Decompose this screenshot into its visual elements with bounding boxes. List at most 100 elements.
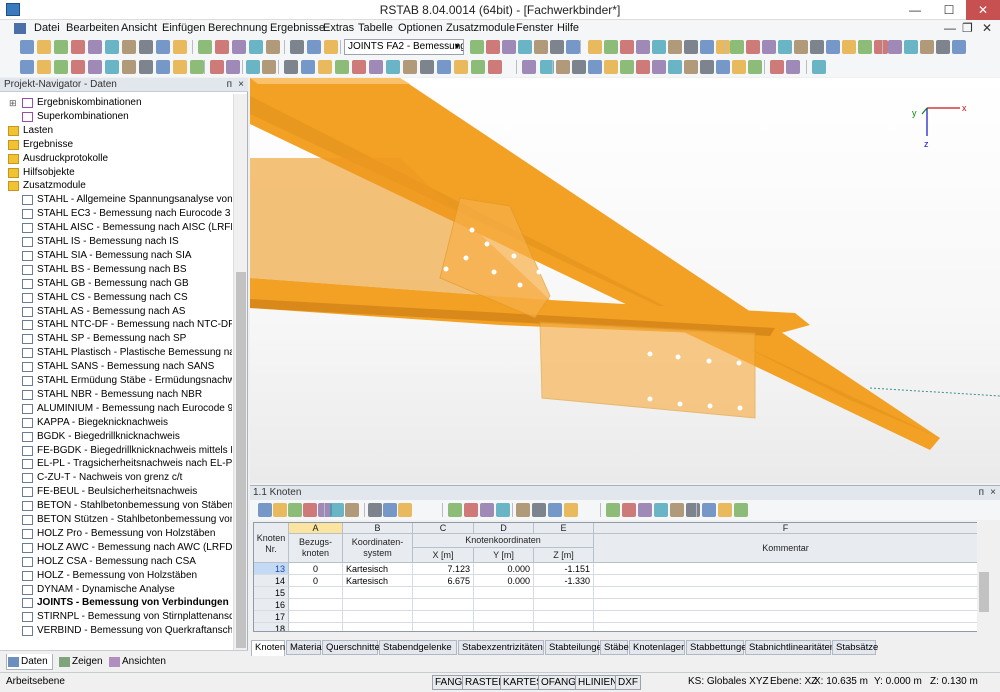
toolbar-button-icon[interactable]	[888, 40, 902, 54]
close-button[interactable]: ✕	[966, 0, 1000, 20]
maximize-button[interactable]: ☐	[932, 0, 966, 20]
toolbar-button-icon[interactable]	[139, 40, 153, 54]
tree-item[interactable]: VERBIND - Bemessung von Querkraftanschlü…	[0, 624, 232, 638]
tree-item[interactable]: BETON Stützen - Stahlbetonbemessung von …	[0, 513, 232, 527]
tree-item[interactable]: Superkombinationen	[0, 110, 232, 124]
tree-item[interactable]: Hilfsobjekte	[0, 166, 232, 180]
scrollbar-thumb[interactable]	[979, 572, 989, 612]
toolbar-button-icon[interactable]	[548, 503, 562, 517]
toolbar-button-icon[interactable]	[284, 60, 298, 74]
toolbar-button-icon[interactable]	[318, 60, 332, 74]
tree-item[interactable]: STAHL NBR - Bemessung nach NBR	[0, 388, 232, 402]
cell-y[interactable]	[474, 611, 534, 623]
table-scrollbar[interactable]	[977, 522, 991, 632]
toolbar-button-icon[interactable]	[810, 40, 824, 54]
toolbar-button-icon[interactable]	[470, 40, 484, 54]
toolbar-button-icon[interactable]	[488, 60, 502, 74]
toolbar-button-icon[interactable]	[386, 60, 400, 74]
tree-item[interactable]: Ausdruckprotokolle	[0, 152, 232, 166]
toolbar-button-icon[interactable]	[718, 503, 732, 517]
cell-z[interactable]: -1.151	[534, 563, 594, 575]
toolbar-button-icon[interactable]	[786, 60, 800, 74]
toggle-hlinien[interactable]: HLINIEN	[575, 675, 621, 690]
toolbar-button-icon[interactable]	[420, 60, 434, 74]
cell-kommentar[interactable]	[594, 575, 978, 587]
toolbar-button-icon[interactable]	[303, 503, 317, 517]
cell-z[interactable]	[534, 623, 594, 631]
toolbar-button-icon[interactable]	[636, 60, 650, 74]
tree-item[interactable]: ALUMINIUM - Bemessung nach Eurocode 9	[0, 402, 232, 416]
pin-icon[interactable]: ᴨ	[227, 78, 232, 92]
tree-item[interactable]: HOLZ AWC - Bemessung nach AWC (LRFD oder…	[0, 541, 232, 555]
table-tab[interactable]: Stabsätze	[832, 640, 878, 655]
menu-tabelle[interactable]: Tabelle	[358, 22, 393, 34]
toolbar-button-icon[interactable]	[794, 40, 808, 54]
menu-optionen[interactable]: Optionen	[398, 22, 443, 34]
tree-item[interactable]: STAHL SANS - Bemessung nach SANS	[0, 360, 232, 374]
menu-zusatzmodule[interactable]: Zusatzmodule	[446, 22, 515, 34]
toolbar-button-icon[interactable]	[37, 40, 51, 54]
toolbar-button-icon[interactable]	[842, 40, 856, 54]
toolbar-button-icon[interactable]	[534, 40, 548, 54]
cell-x[interactable]: 7.123	[413, 563, 474, 575]
toolbar-button-icon[interactable]	[190, 60, 204, 74]
toolbar-button-icon[interactable]	[345, 503, 359, 517]
navigator-scrollbar[interactable]	[233, 94, 247, 650]
toolbar-button-icon[interactable]	[606, 503, 620, 517]
menu-berechnung[interactable]: Berechnung	[208, 22, 267, 34]
toolbar-button-icon[interactable]	[464, 503, 478, 517]
toolbar-button-icon[interactable]	[920, 40, 934, 54]
toolbar-button-icon[interactable]	[71, 40, 85, 54]
table-tab[interactable]: Stabnichtlinearitäten	[745, 640, 835, 655]
tree-item[interactable]: STAHL SIA - Bemessung nach SIA	[0, 249, 232, 263]
toolbar-button-icon[interactable]	[266, 40, 280, 54]
toolbar-button-icon[interactable]	[532, 503, 546, 517]
table-tab[interactable]: Stäbe	[600, 640, 629, 655]
toolbar-button-icon[interactable]	[486, 40, 500, 54]
toolbar-button-icon[interactable]	[620, 60, 634, 74]
toolbar-button-icon[interactable]	[273, 503, 287, 517]
tree-item[interactable]: STAHL Ermüdung Stäbe - Ermüdungsnachweis	[0, 374, 232, 388]
tree-item[interactable]: STAHL BS - Bemessung nach BS	[0, 263, 232, 277]
tree-item[interactable]: FE-BEUL - Beulsicherheitsnachweis	[0, 485, 232, 499]
menu-ansicht[interactable]: Ansicht	[121, 22, 157, 34]
toolbar-button-icon[interactable]	[684, 60, 698, 74]
tree-item[interactable]: Lasten	[0, 124, 232, 138]
toolbar-button-icon[interactable]	[952, 40, 966, 54]
minimize-button[interactable]: —	[898, 0, 932, 20]
toolbar-button-icon[interactable]	[198, 40, 212, 54]
tree-item[interactable]: HOLZ CSA - Bemessung nach CSA	[0, 555, 232, 569]
tab-ansichten[interactable]: Ansichten	[108, 654, 166, 670]
doc-minimize-button[interactable]: —	[944, 21, 956, 35]
document-icon[interactable]	[14, 23, 26, 34]
toolbar-button-icon[interactable]	[88, 40, 102, 54]
cell-y[interactable]	[474, 599, 534, 611]
toolbar-button-icon[interactable]	[716, 40, 730, 54]
toolbar-button-icon[interactable]	[20, 60, 34, 74]
toolbar-button-icon[interactable]	[516, 503, 530, 517]
toolbar-button-icon[interactable]	[874, 40, 888, 54]
toolbar-button-icon[interactable]	[588, 40, 602, 54]
toolbar-button-icon[interactable]	[368, 503, 382, 517]
cell-z[interactable]: -1.330	[534, 575, 594, 587]
cell-bezug[interactable]	[289, 611, 343, 623]
tree-item[interactable]: Ergebnisse	[0, 138, 232, 152]
menu-hilfe[interactable]: Hilfe	[557, 22, 579, 34]
toolbar-button-icon[interactable]	[604, 40, 618, 54]
close-icon[interactable]: ×	[238, 78, 244, 92]
toolbar-button-icon[interactable]	[858, 40, 872, 54]
tab-zeigen[interactable]: Zeigen	[58, 654, 103, 670]
toolbar-button-icon[interactable]	[369, 60, 383, 74]
toolbar-button-icon[interactable]	[226, 60, 240, 74]
close-icon[interactable]: ×	[990, 486, 996, 500]
toolbar-button-icon[interactable]	[652, 40, 666, 54]
toolbar-button-icon[interactable]	[232, 40, 246, 54]
toolbar-button-icon[interactable]	[904, 40, 918, 54]
toolbar-button-icon[interactable]	[638, 503, 652, 517]
toolbar-button-icon[interactable]	[324, 40, 338, 54]
toolbar-button-icon[interactable]	[522, 60, 536, 74]
cell-system[interactable]	[343, 587, 413, 599]
toolbar-button-icon[interactable]	[778, 40, 792, 54]
toolbar-button-icon[interactable]	[288, 503, 302, 517]
tree-item[interactable]: STAHL Plastisch - Plastische Bemessung n…	[0, 346, 232, 360]
